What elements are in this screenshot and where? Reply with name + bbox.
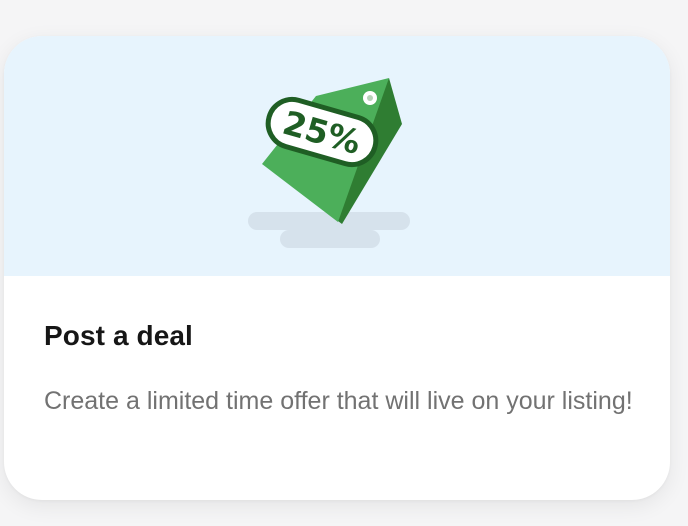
price-tag-illustration: 25% (248, 78, 410, 248)
card-title: Post a deal (44, 320, 193, 351)
price-tag-icon: 25% (262, 78, 402, 224)
card-description: Create a limited time offer that will li… (44, 387, 633, 415)
card-hero: 25% (4, 36, 670, 276)
post-deal-card[interactable]: 25% Post a deal Create a limited time of… (4, 36, 670, 500)
shadow-pill-bottom (280, 230, 380, 248)
